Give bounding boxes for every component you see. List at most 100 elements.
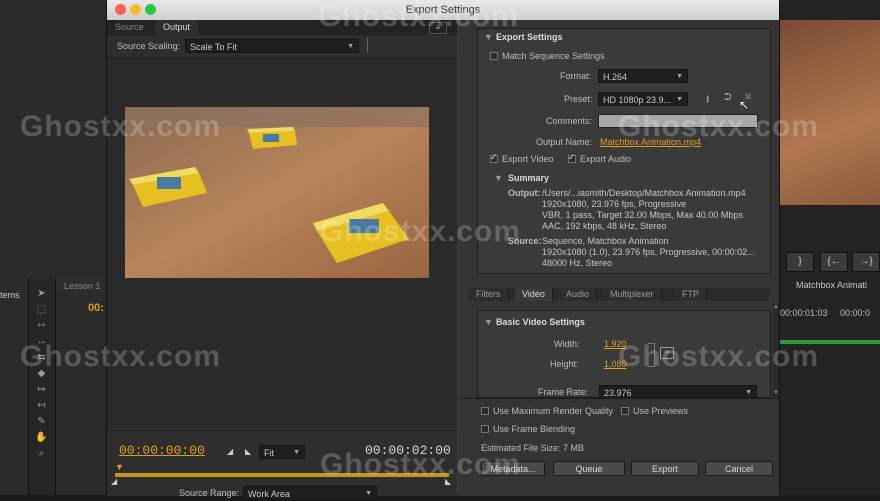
- scroll-up-icon[interactable]: ▲: [773, 304, 779, 312]
- rolling-edit-tool-icon[interactable]: ↔: [34, 336, 49, 348]
- go-to-out-button[interactable]: →}: [852, 252, 880, 272]
- basic-video-header: Basic Video Settings: [496, 317, 585, 327]
- work-area-bar[interactable]: [115, 473, 449, 477]
- height-value[interactable]: 1,080: [604, 359, 627, 369]
- source-scaling-dropdown[interactable]: Scale To Fit ▼: [185, 39, 359, 53]
- ruler-timecode-2: 00:00:0: [840, 308, 871, 318]
- preview-pane: Source Output ≡ Source Scaling: Scale To…: [107, 20, 457, 500]
- sequence-timecode: 00:: [88, 302, 104, 314]
- tab-ftp[interactable]: FTP: [675, 288, 707, 301]
- source-range-dropdown[interactable]: Work Area ▼: [243, 486, 377, 500]
- frame-rate-value: 23.976: [604, 388, 632, 398]
- format-dropdown[interactable]: H.264 ▼: [598, 69, 688, 83]
- export-video-checkbox[interactable]: [490, 152, 498, 163]
- max-render-quality-label: Use Maximum Render Quality: [493, 406, 614, 416]
- selection-tool-icon[interactable]: ➤: [34, 288, 49, 300]
- rate-stretch-tool-icon[interactable]: ⇆: [34, 352, 49, 364]
- tab-lesson-1[interactable]: Lesson 1: [56, 278, 104, 294]
- mark-out-button[interactable]: }: [786, 252, 814, 272]
- export-audio-checkbox[interactable]: [568, 152, 576, 163]
- summary-output-line: 1920x1080, 23.976 fps, Progressive: [542, 199, 687, 209]
- summary-output-line: AAC, 192 kbps, 48 kHz, Stereo: [542, 221, 667, 231]
- save-preset-icon[interactable]: ⭳: [706, 92, 710, 109]
- scroll-down-icon[interactable]: ▼: [773, 390, 779, 398]
- set-in-point-icon[interactable]: ◢: [227, 447, 233, 456]
- tab-video[interactable]: Video: [515, 288, 553, 301]
- razor-tool-icon[interactable]: ◆: [34, 368, 49, 380]
- render-bar: [780, 340, 880, 344]
- tab-output[interactable]: Output: [155, 20, 199, 35]
- match-sequence-label: Match Sequence Settings: [502, 51, 605, 61]
- comments-label: Comments:: [546, 116, 593, 126]
- aspect-bracket: [648, 343, 655, 367]
- collapse-icon[interactable]: ▼: [484, 317, 493, 327]
- export-video-label: Export Video: [502, 154, 554, 164]
- width-value[interactable]: 1,920: [604, 339, 627, 349]
- close-window-icon[interactable]: [115, 4, 126, 15]
- tab-audio[interactable]: Audio: [559, 288, 598, 301]
- ruler-timecode-1: 00:00:01:03: [780, 308, 828, 318]
- cancel-button[interactable]: Cancel: [705, 461, 773, 476]
- fit-dropdown[interactable]: Fit ▼: [259, 445, 305, 459]
- source-scaling-label: Source Scaling:: [117, 41, 181, 51]
- collapse-icon[interactable]: ▼: [484, 32, 493, 42]
- in-handle-icon[interactable]: ◢: [111, 477, 117, 486]
- max-render-quality-checkbox[interactable]: [481, 407, 489, 415]
- format-label: Format:: [560, 71, 592, 81]
- slide-tool-icon[interactable]: ↤: [34, 400, 49, 412]
- summary-header: Summary: [508, 173, 550, 183]
- panel-menu-icon[interactable]: ≡: [429, 22, 447, 34]
- export-button[interactable]: Export: [631, 461, 699, 476]
- frame-blending-checkbox[interactable]: [481, 425, 489, 433]
- settings-tabs: Filters Video Audio Multiplexer FTP: [469, 288, 769, 301]
- slip-tool-icon[interactable]: ↦: [34, 384, 49, 396]
- video-preview: [125, 107, 429, 278]
- current-timecode[interactable]: 00:00:00:00: [119, 443, 205, 458]
- format-value: H.264: [603, 72, 628, 82]
- summary-source-line: 48000 Hz, Stereo: [542, 258, 613, 268]
- use-previews-label: Use Previews: [633, 406, 689, 416]
- summary-source-label: Source:: [508, 236, 542, 246]
- pen-tool-icon[interactable]: ✎: [34, 416, 49, 428]
- output-name-link[interactable]: Matchbox Animation.mp4: [600, 137, 701, 147]
- source-scaling-row: Source Scaling: Scale To Fit ▼: [107, 35, 457, 58]
- export-timeline: 00:00:00:00 ◢ ◣ Fit ▼ 00:00:02:00 ▼ ◢ ◣ …: [107, 430, 457, 500]
- match-sequence-checkbox[interactable]: [490, 52, 498, 60]
- constrain-proportions-icon[interactable]: ∞: [660, 347, 674, 359]
- tab-filters[interactable]: Filters: [469, 288, 509, 301]
- summary-source-line: 1920x1080 (1.0), 23.976 fps, Progressive…: [542, 247, 755, 257]
- settings-pane: ▼ Export Settings Match Sequence Setting…: [459, 20, 779, 496]
- export-options: Use Maximum Render Quality Use Previews …: [459, 398, 779, 496]
- zoom-tool-icon[interactable]: ⌕: [34, 448, 49, 460]
- zoom-window-icon[interactable]: [145, 4, 156, 15]
- playhead-icon[interactable]: ▼: [115, 462, 124, 472]
- tab-source[interactable]: Source: [107, 20, 152, 35]
- frame-rate-dropdown[interactable]: 23.976 ▼: [599, 385, 757, 399]
- program-controls: } {← →}: [780, 252, 880, 272]
- width-label: Width:: [554, 339, 580, 349]
- summary-collapse-icon[interactable]: ▼: [494, 173, 503, 183]
- preset-label: Preset:: [564, 94, 593, 104]
- import-preset-icon[interactable]: ⮊: [724, 92, 732, 103]
- out-handle-icon[interactable]: ◣: [445, 477, 451, 486]
- height-label: Height:: [550, 359, 579, 369]
- preset-dropdown[interactable]: HD 1080p 23.9... ▼: [598, 92, 688, 106]
- hand-tool-icon[interactable]: ✋: [34, 432, 49, 444]
- chevron-down-icon: ▼: [676, 96, 683, 103]
- output-name-label: Output Name:: [536, 137, 593, 147]
- go-to-in-button[interactable]: {←: [820, 252, 848, 272]
- ripple-edit-tool-icon[interactable]: ⇿: [34, 320, 49, 332]
- sequence-tab[interactable]: Matchbox Animati: [796, 276, 880, 294]
- metadata-button[interactable]: Metadata...: [481, 461, 545, 476]
- set-out-point-icon[interactable]: ◣: [245, 447, 251, 456]
- frame-blending-label: Use Frame Blending: [493, 424, 576, 434]
- tab-multiplexer[interactable]: Multiplexer: [603, 288, 662, 301]
- comments-field[interactable]: [598, 114, 758, 128]
- use-previews-checkbox[interactable]: [621, 407, 629, 415]
- track-select-tool-icon[interactable]: ⬚: [34, 304, 49, 316]
- queue-button[interactable]: Queue: [553, 461, 625, 476]
- file-size-value: 7 MB: [563, 443, 585, 453]
- duration-timecode: 00:00:02:00: [365, 443, 451, 458]
- minimize-window-icon[interactable]: [130, 4, 141, 15]
- settings-scrollbar[interactable]: ▲ ▼: [773, 304, 779, 400]
